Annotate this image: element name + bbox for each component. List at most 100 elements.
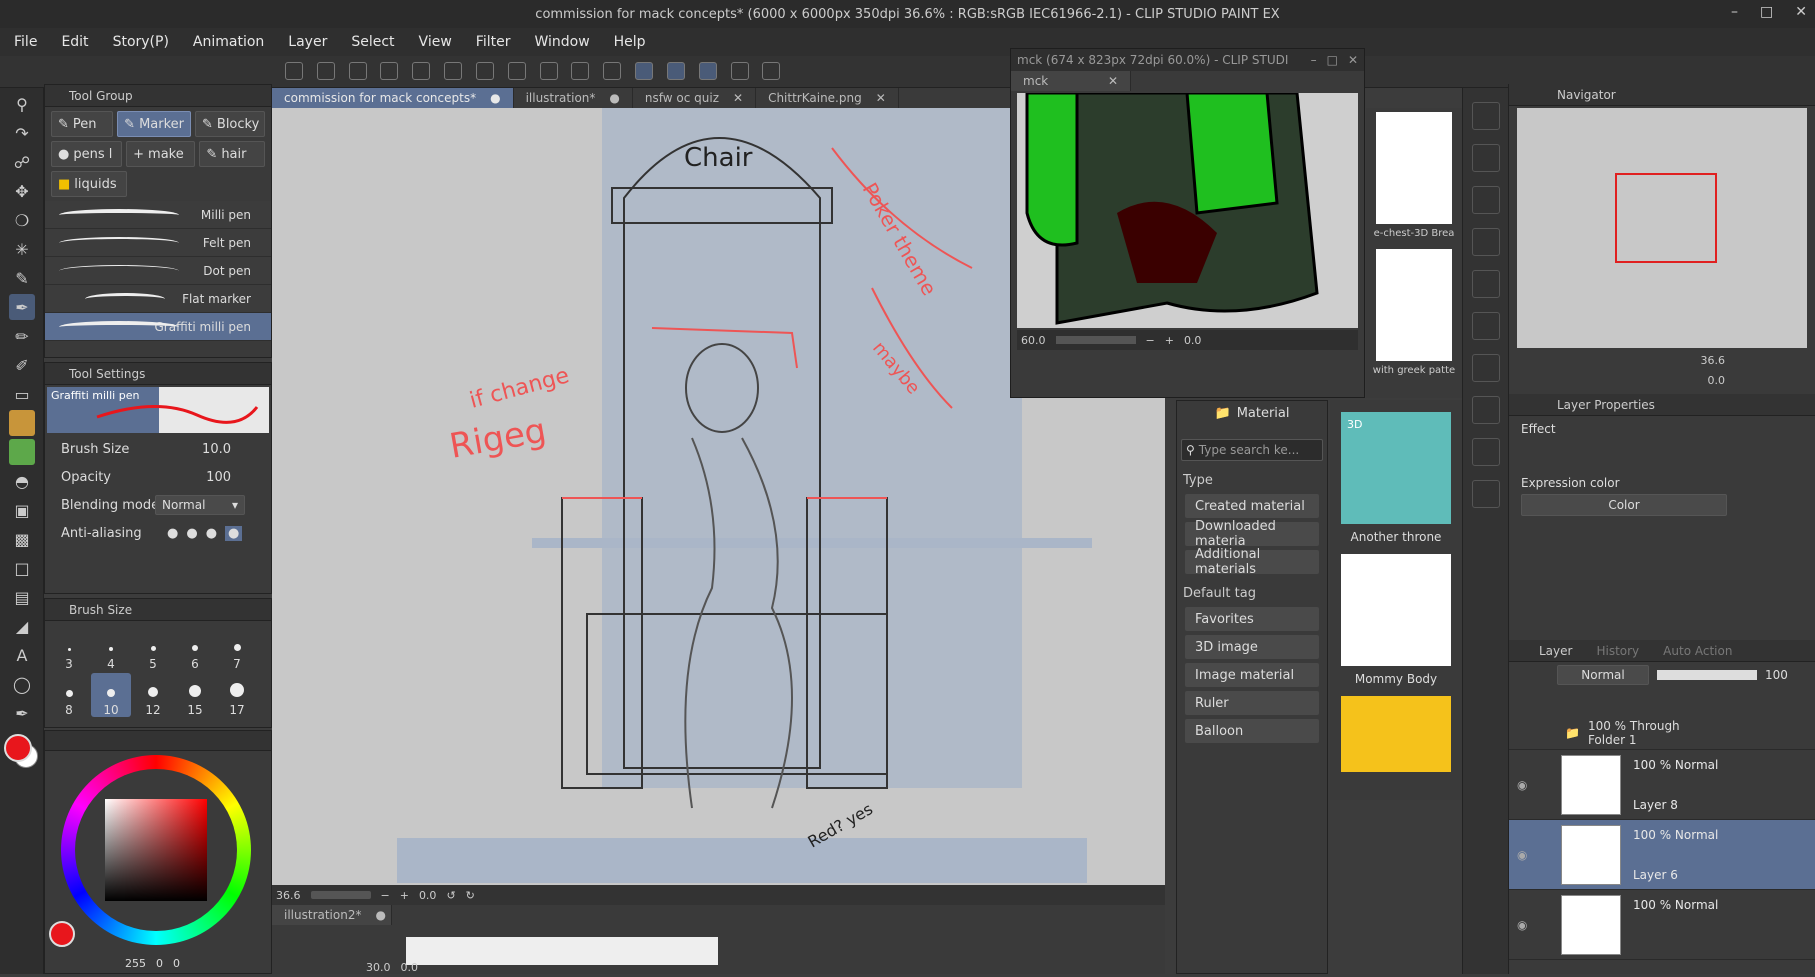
busy-icon[interactable]	[507, 62, 526, 80]
material-type-item[interactable]: Created material	[1185, 494, 1319, 518]
eraser-tool-icon[interactable]: ▭	[9, 381, 35, 407]
menu-story[interactable]: Story(P)	[113, 34, 169, 50]
menu-animation[interactable]: Animation	[193, 34, 264, 50]
tab-auto-action[interactable]: Auto Action	[1663, 644, 1732, 658]
layer-blend-mode-select[interactable]: Normal	[1557, 665, 1649, 685]
material-tag-item[interactable]: Image material	[1185, 663, 1319, 687]
maximize-icon[interactable]: □	[1327, 53, 1338, 67]
correct-line-icon[interactable]: ✒	[9, 700, 35, 726]
material-tag-item[interactable]: 3D image	[1185, 635, 1319, 659]
brush-item[interactable]: Graffiti milli pen	[45, 313, 271, 341]
close-icon[interactable]: ✕	[1795, 4, 1807, 20]
blending-mode-select[interactable]: Normal ▾	[155, 495, 245, 515]
material-type-item[interactable]: Downloaded materia	[1185, 519, 1319, 549]
sub-window-canvas[interactable]	[1017, 93, 1358, 328]
text-tool-icon[interactable]: A	[9, 642, 35, 668]
operation-tool-icon[interactable]: ↷	[9, 120, 35, 146]
material-tag-item[interactable]: Favorites	[1185, 607, 1319, 631]
close-icon[interactable]: ✕	[733, 91, 743, 105]
material-thumb[interactable]: 3D	[1341, 412, 1451, 524]
gradient-tool-icon[interactable]: ▩	[9, 526, 35, 552]
doc-tab[interactable]: illustration* ●	[514, 88, 633, 108]
snap-ruler-icon[interactable]	[635, 62, 654, 80]
layer-opacity-slider[interactable]	[1657, 670, 1757, 680]
rotate-left-icon[interactable]: ↺	[446, 889, 455, 902]
brush-size-option[interactable]: 7	[217, 627, 257, 671]
zoom-slider[interactable]	[310, 891, 371, 899]
antialias-none-icon[interactable]: ●	[167, 526, 178, 541]
snap-special-ruler-icon[interactable]	[666, 62, 685, 80]
material-thumb[interactable]	[1376, 112, 1452, 224]
zoom-out-icon[interactable]: −	[1146, 334, 1155, 347]
eye-icon[interactable]: ◉	[1517, 918, 1527, 932]
eyedropper-icon[interactable]: ✎	[9, 265, 35, 291]
panel-toggle-icon[interactable]	[1472, 438, 1500, 466]
frame-tool-icon[interactable]: ▤	[9, 584, 35, 610]
main-color-swatch[interactable]	[4, 734, 40, 770]
material-tag-item[interactable]: Ruler	[1185, 691, 1319, 715]
free-transform-icon[interactable]	[603, 62, 622, 80]
brush-item[interactable]: Milli pen	[45, 201, 271, 229]
transform-icon[interactable]	[571, 62, 590, 80]
brush-size-option[interactable]: 12	[133, 673, 173, 717]
material-thumb[interactable]	[1376, 249, 1452, 361]
clip-studio-icon[interactable]	[285, 62, 303, 80]
material-thumb[interactable]	[1341, 696, 1451, 772]
material-thumb[interactable]	[1341, 554, 1451, 666]
menu-help[interactable]: Help	[614, 34, 646, 50]
zoom-in-icon[interactable]: +	[1165, 334, 1174, 347]
expression-color-select[interactable]: Color	[1521, 494, 1727, 516]
opacity-setting[interactable]: Opacity 100	[45, 463, 271, 491]
navigator-viewport[interactable]	[1615, 173, 1717, 263]
maximize-icon[interactable]: □	[1760, 4, 1773, 20]
layer-row[interactable]: ◉ 100 % Normal Layer 6	[1509, 820, 1815, 890]
help-icon[interactable]	[762, 62, 781, 80]
brush-size-option[interactable]: 10	[91, 673, 131, 717]
move-tool-icon[interactable]: ✥	[9, 178, 35, 204]
pencil-tool-icon[interactable]: ✏	[9, 323, 35, 349]
eye-icon[interactable]: ◉	[1517, 778, 1527, 792]
new-file-icon[interactable]	[316, 62, 335, 80]
panel-toggle-icon[interactable]	[1472, 480, 1500, 508]
panel-toggle-icon[interactable]	[1472, 144, 1500, 172]
close-icon[interactable]: ✕	[876, 91, 886, 105]
clear-icon[interactable]	[348, 62, 367, 80]
close-icon[interactable]: ✕	[1108, 74, 1118, 88]
antialias-mid-icon[interactable]: ●	[206, 526, 217, 541]
doc-tab[interactable]: commission for mack concepts* ●	[272, 88, 514, 108]
brush-size-option[interactable]: 15	[175, 673, 215, 717]
material-search[interactable]: ⚲ Type search ke...	[1181, 439, 1323, 461]
tab-blocky[interactable]: ✎ Blocky	[195, 111, 265, 137]
frog-icon[interactable]	[9, 439, 35, 465]
blend-tool-icon[interactable]	[9, 410, 35, 436]
snap-grid-icon[interactable]	[698, 62, 717, 80]
layer-row[interactable]: 📁 100 % Through Folder 1	[1509, 716, 1815, 750]
fill-icon[interactable]	[539, 62, 558, 80]
ruler-tool-icon[interactable]: ◢	[9, 613, 35, 639]
zoom-out-icon[interactable]: −	[381, 889, 390, 902]
tab-history[interactable]: History	[1596, 644, 1639, 658]
doc-tab[interactable]: ChittrKaine.png ✕	[756, 88, 899, 108]
effect-buttons[interactable]	[1509, 442, 1815, 472]
zoom-readout[interactable]: 36.6	[276, 889, 301, 902]
material-type-item[interactable]: Additional materials	[1185, 547, 1319, 577]
zoom-tool-icon[interactable]: ⚲	[9, 91, 35, 117]
layer-row[interactable]: ◉ 100 % Normal	[1509, 890, 1815, 960]
device-icon[interactable]	[730, 62, 749, 80]
minimize-icon[interactable]: –	[1731, 4, 1738, 20]
doc-tab[interactable]: nsfw oc quiz ✕	[633, 88, 757, 108]
brush-item[interactable]: Felt pen	[45, 229, 271, 257]
doc-tab[interactable]: mck ✕	[1011, 71, 1131, 91]
lasso-tool-icon[interactable]: ❍	[9, 207, 35, 233]
layer-opacity-value[interactable]: 100	[1765, 668, 1788, 682]
menu-view[interactable]: View	[419, 34, 452, 50]
brush-size-option[interactable]: 5	[133, 627, 173, 671]
minimize-icon[interactable]: –	[1311, 53, 1317, 67]
magic-wand-icon[interactable]: ✳	[9, 236, 35, 262]
menu-select[interactable]: Select	[351, 34, 394, 50]
close-icon[interactable]: ✕	[1348, 53, 1358, 67]
object-tool-icon[interactable]: ☍	[9, 149, 35, 175]
menu-window[interactable]: Window	[534, 34, 589, 50]
tab-marker[interactable]: ✎ Marker	[117, 111, 191, 137]
brush-size-option[interactable]: 4	[91, 627, 131, 671]
